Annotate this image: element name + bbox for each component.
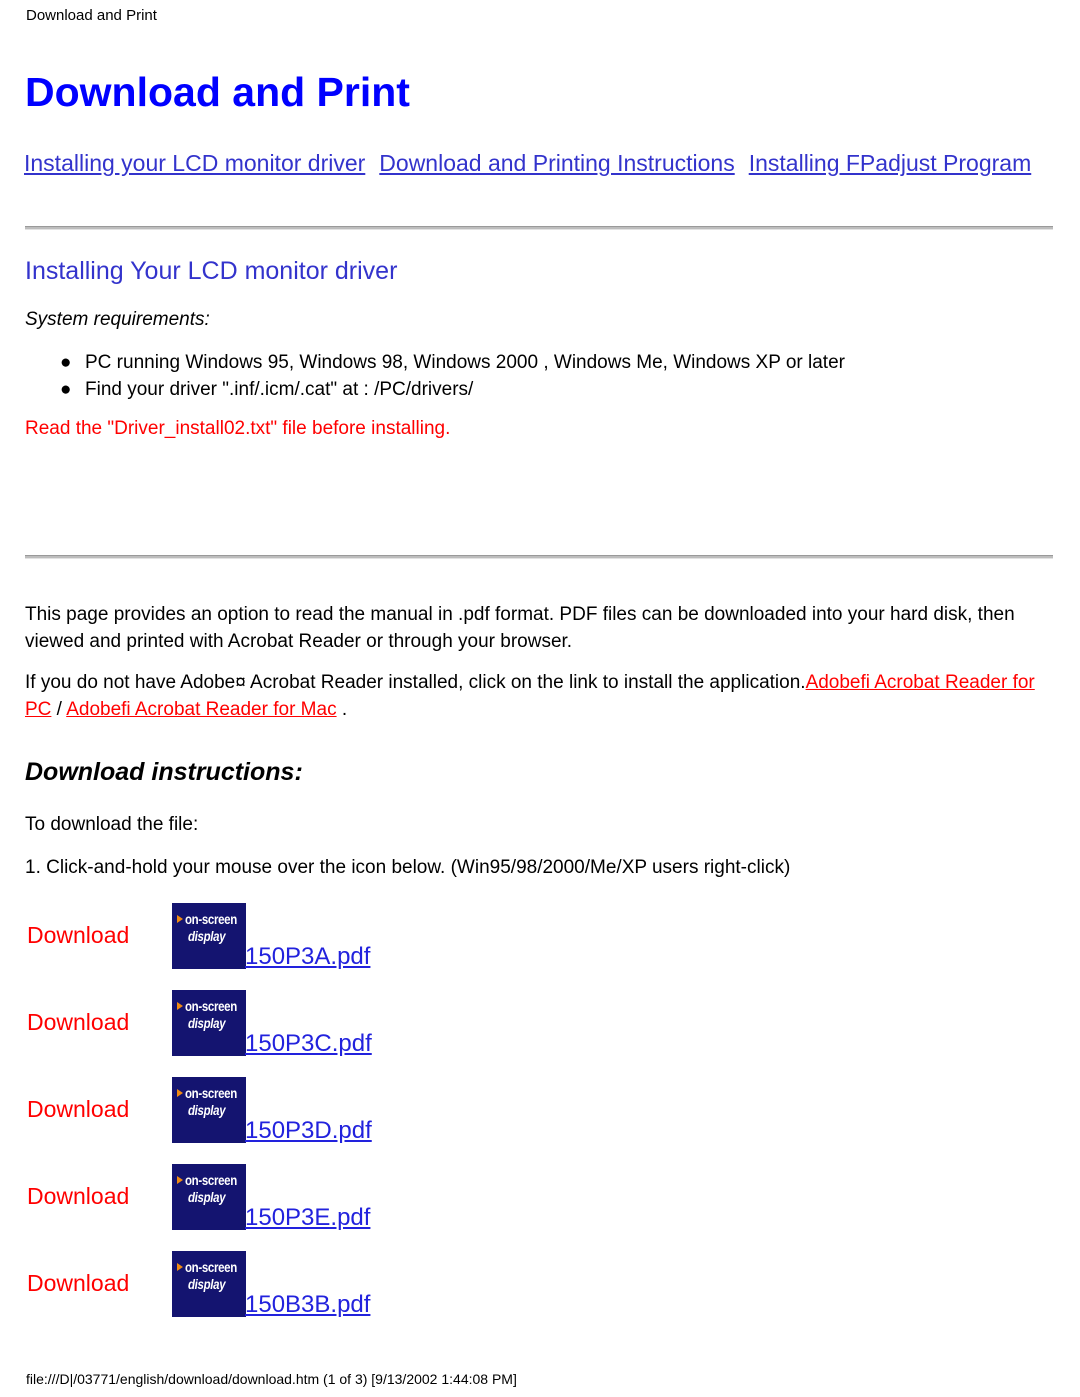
pdf-file-link[interactable]: 150P3E.pdf [245,1204,370,1232]
list-item: ● PC running Windows 95, Windows 98, Wind… [0,349,845,376]
download-link[interactable]: Download [27,1182,129,1210]
osd-icon-line-1: on-screen [185,1259,237,1275]
page-title: Download and Print [25,69,410,115]
bullet-icon: ● [60,352,72,373]
triangle-arrow-icon [177,1263,183,1271]
system-requirements-list: ● PC running Windows 95, Windows 98, Wind… [0,349,845,403]
system-requirements-label: System requirements: [25,309,210,330]
download-instructions-line-2: 1. Click-and-hold your mouse over the ic… [25,857,791,878]
nav-link-download-printing-instructions[interactable]: Download and Printing Instructions [379,150,734,176]
on-screen-display-icon[interactable]: on-screen display [172,1164,246,1230]
acrobat-reader-paragraph: If you do not have Adobe¤ Acrobat Reader… [25,669,1035,723]
download-instructions-heading: Download instructions: [25,758,303,786]
download-link[interactable]: Download [27,1095,129,1123]
triangle-arrow-icon [177,1002,183,1010]
bullet-icon: ● [60,379,72,400]
divider-middle [25,555,1053,559]
osd-icon-line-2: display [188,928,226,944]
osd-icon-line-2: display [188,1276,226,1292]
download-instructions-line-1: To download the file: [25,814,199,835]
paragraph-end-punctuation: . [336,699,348,720]
pdf-file-link[interactable]: 150B3B.pdf [245,1291,370,1319]
osd-icon-line-2: display [188,1102,226,1118]
osd-icon-line-1: on-screen [185,1085,237,1101]
on-screen-display-icon[interactable]: on-screen display [172,1251,246,1317]
osd-icon-line-1: on-screen [185,911,237,927]
list-item: ● Find your driver ".inf/.icm/.cat" at : … [0,376,845,403]
download-row: Download on-screen display 150B3B.pdf [0,1251,1080,1338]
nav-link-installing-driver[interactable]: Installing your LCD monitor driver [24,150,365,176]
download-row: Download on-screen display 150P3A.pdf [0,903,1080,990]
list-item-label: PC running Windows 95, Windows 98, Windo… [85,352,845,373]
download-row: Download on-screen display 150P3E.pdf [0,1164,1080,1251]
link-separator: / [51,699,67,720]
triangle-arrow-icon [177,1176,183,1184]
download-row: Download on-screen display 150P3C.pdf [0,990,1080,1077]
download-link[interactable]: Download [27,921,129,949]
browser-footer-url: file:///D|/03771/english/download/downlo… [26,1371,517,1387]
pdf-file-link[interactable]: 150P3A.pdf [245,943,370,971]
osd-icon-line-2: display [188,1015,226,1031]
section-nav-links: Installing your LCD monitor driver Downlo… [24,147,1044,179]
pdf-file-link[interactable]: 150P3C.pdf [245,1030,372,1058]
download-link[interactable]: Download [27,1008,129,1036]
osd-icon-line-1: on-screen [185,998,237,1014]
pdf-file-link[interactable]: 150P3D.pdf [245,1117,372,1145]
acrobat-paragraph-text: If you do not have Adobe¤ Acrobat Reader… [25,672,806,693]
pdf-intro-paragraph: This page provides an option to read the… [25,604,1015,652]
osd-icon-line-2: display [188,1189,226,1205]
download-rows: Download on-screen display 150P3A.pdf Do… [0,903,1080,1338]
triangle-arrow-icon [177,915,183,923]
on-screen-display-icon[interactable]: on-screen display [172,903,246,969]
list-item-label: Find your driver ".inf/.icm/.cat" at : /… [85,379,474,400]
triangle-arrow-icon [177,1089,183,1097]
driver-install-warning: Read the "Driver_install02.txt" file bef… [25,418,451,439]
on-screen-display-icon[interactable]: on-screen display [172,1077,246,1143]
on-screen-display-icon[interactable]: on-screen display [172,990,246,1056]
divider-top [25,226,1053,230]
link-adobe-acrobat-reader-mac[interactable]: Adobefi Acrobat Reader for Mac [66,699,336,720]
osd-icon-line-1: on-screen [185,1172,237,1188]
section-heading-installing-driver: Installing Your LCD monitor driver [25,257,398,285]
nav-link-installing-fpadjust[interactable]: Installing FPadjust Program [749,150,1032,176]
download-row: Download on-screen display 150P3D.pdf [0,1077,1080,1164]
browser-page-header: Download and Print [26,7,157,24]
download-link[interactable]: Download [27,1269,129,1297]
